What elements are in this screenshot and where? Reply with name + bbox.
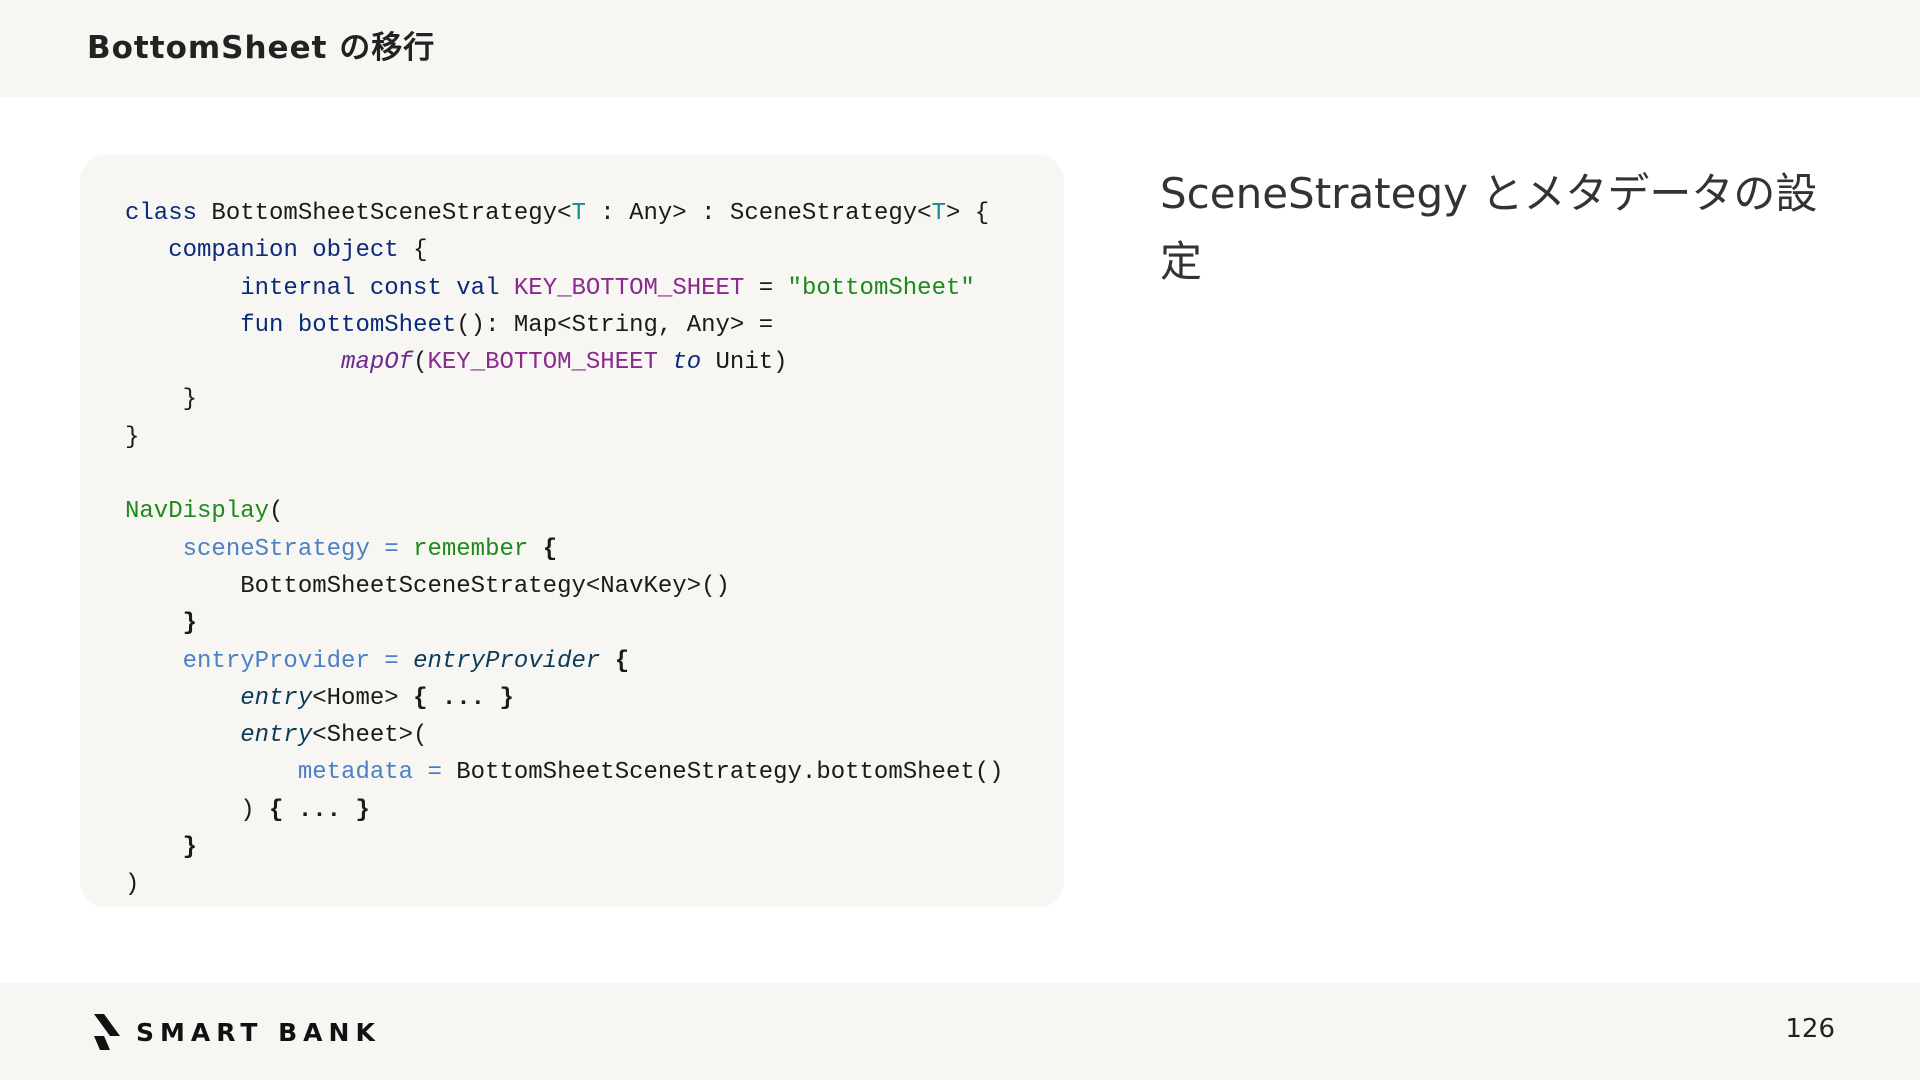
code-line: entry<Sheet>( <box>240 722 428 750</box>
code-line: sceneStrategy = remember { <box>182 535 558 563</box>
code-line: } <box>182 834 198 862</box>
brand-name: SMART BANK <box>136 1017 381 1047</box>
code-line: metadata = BottomSheetSceneStrategy.bott… <box>297 759 1004 787</box>
code-line: entry<Home> { ... } <box>240 684 514 712</box>
brand-logo: SMART BANK <box>90 1010 381 1054</box>
code-line: companion object { <box>168 237 428 265</box>
code-line: entryProvider = entryProvider { <box>182 647 630 675</box>
code-line: mapOf(KEY_BOTTOM_SHEET to Unit) <box>341 349 788 377</box>
code-block: class BottomSheetSceneStrategy<T : Any> … <box>125 195 1004 904</box>
code-line: } <box>182 610 198 638</box>
code-line: } <box>125 423 140 451</box>
page-number: 126 <box>1785 1014 1835 1044</box>
description-text: SceneStrategy とメタデータの設定 <box>1160 169 1818 286</box>
code-line: ) { ... } <box>125 796 370 824</box>
code-line: internal const val KEY_BOTTOM_SHEET = "b… <box>240 274 975 302</box>
code-line: class BottomSheetSceneStrategy<T : Any> … <box>125 200 990 227</box>
code-line: fun bottomSheet(): Map<String, Any> = <box>240 311 774 339</box>
smartbank-logo-icon <box>94 1014 120 1050</box>
code-line: } <box>125 386 198 414</box>
code-line: BottomSheetSceneStrategy<NavKey>() <box>125 572 730 600</box>
slide-header: BottomSheet の移行 <box>0 0 1920 97</box>
slide-title: BottomSheet の移行 <box>87 30 436 66</box>
code-line: ) <box>125 871 140 899</box>
code-line: NavDisplay( <box>125 498 284 526</box>
